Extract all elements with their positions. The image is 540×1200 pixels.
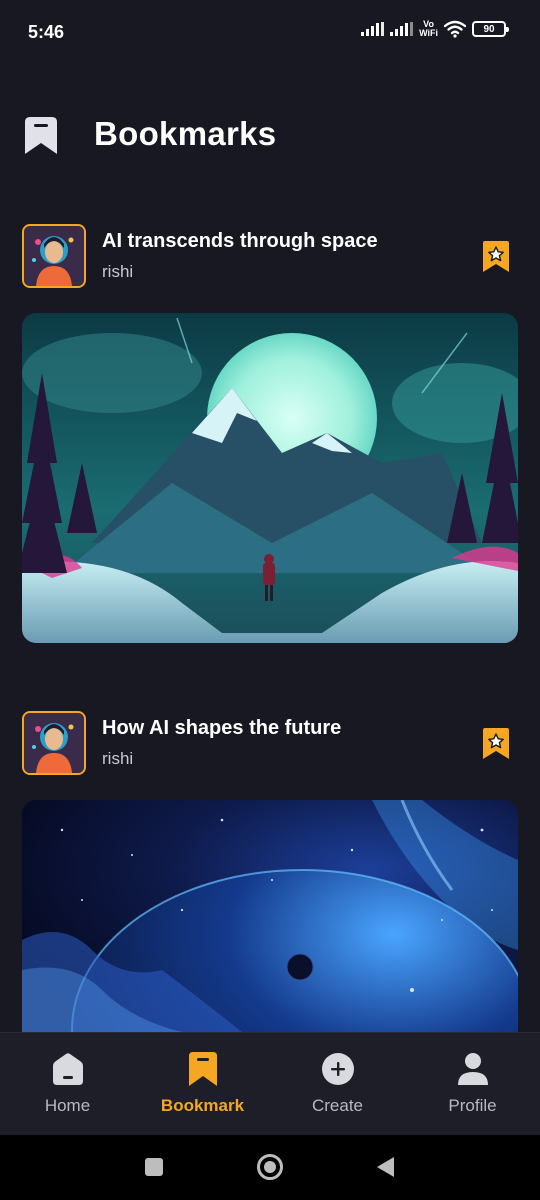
status-bar: 5:46 Vo WiFi 90 [0,0,540,64]
back-icon[interactable] [374,1155,398,1179]
home-icon [52,1053,83,1085]
nav-item-bookmark[interactable]: Bookmark [135,1033,270,1136]
bookmark-star-icon[interactable] [482,728,510,760]
status-time: 5:46 [28,22,65,42]
system-nav-bar [0,1135,540,1200]
post-author[interactable]: rishi [102,262,133,282]
post-title[interactable]: How AI shapes the future [102,717,341,740]
battery-icon: 90 [472,21,509,37]
post-header: How AI shapes the future rishi [0,711,540,777]
post-author[interactable]: rishi [102,749,133,769]
nav-item-home[interactable]: Home [0,1033,135,1136]
recents-icon[interactable] [142,1155,166,1179]
bookmark-star-icon[interactable] [482,241,510,273]
home-circle-icon[interactable] [256,1153,284,1181]
post-image[interactable] [22,313,518,643]
status-icons: Vo WiFi 90 [361,20,509,38]
avatar[interactable] [22,224,86,288]
bottom-nav: Home Bookmark Create Profile [0,1032,540,1135]
wifi-icon [444,20,466,38]
page-title: Bookmarks [94,115,277,152]
person-icon [457,1053,488,1085]
signal-2-icon [390,22,414,36]
nav-label: Bookmark [160,1096,245,1115]
page-header: Bookmarks [0,100,540,172]
nav-item-profile[interactable]: Profile [405,1033,540,1136]
nav-label: Create [311,1096,364,1115]
avatar[interactable] [22,711,86,775]
nav-label: Home [44,1096,91,1115]
vowifi-icon: Vo WiFi [419,20,438,38]
bookmark-icon [188,1052,217,1086]
plus-circle-icon [321,1053,354,1085]
nav-item-create[interactable]: Create [270,1033,405,1136]
signal-1-icon [361,22,385,36]
bookmark-icon [25,117,57,154]
post-image[interactable] [22,800,518,1032]
wifi-label: WiFi [419,28,438,38]
post-header: AI transcends through space rishi [0,224,540,290]
post-title[interactable]: AI transcends through space [102,230,378,253]
nav-label: Profile [448,1096,497,1115]
